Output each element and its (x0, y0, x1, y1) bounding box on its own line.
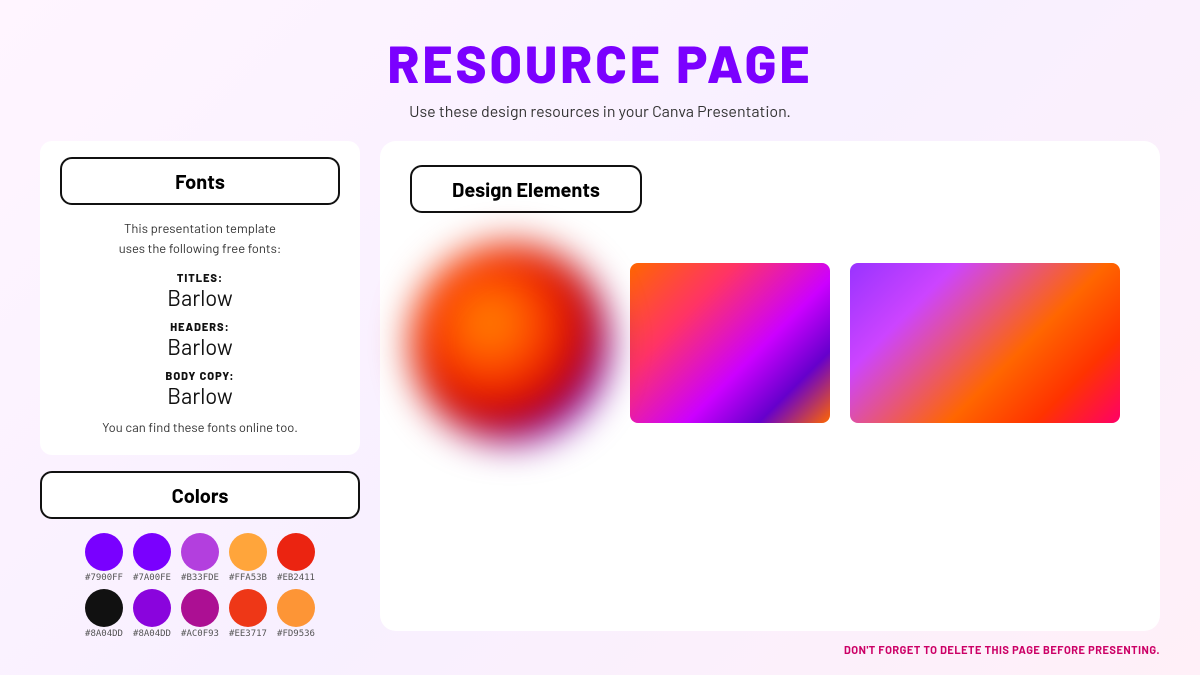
main-content: Fonts This presentation templateuses the… (40, 141, 1160, 631)
color-circle (85, 589, 123, 627)
fonts-description: This presentation templateuses the follo… (60, 219, 340, 258)
color-hex: #FD9536 (277, 629, 315, 639)
gradient-card-1 (630, 263, 830, 423)
right-panel: Design Elements (380, 141, 1160, 631)
color-row-2: #8A04DD #8A04DD #AC0F93 #EE3717 #FD9536 (40, 589, 360, 639)
fonts-heading: Fonts (60, 157, 340, 205)
color-circle (229, 589, 267, 627)
color-hex: #7900FF (85, 573, 123, 583)
page-title: RESOURCE PAGE (0, 0, 1200, 94)
swatch-b33fde: #B33FDE (181, 533, 219, 583)
font-name-titles: Barlow (60, 285, 340, 311)
color-row-1: #7900FF #7A00FE #B33FDE #FFA53B #EB2411 (40, 533, 360, 583)
font-label-body: BODY COPY: (60, 370, 340, 383)
color-hex: #8A04DD (133, 629, 171, 639)
color-circle (277, 589, 315, 627)
color-circle (229, 533, 267, 571)
swatch-ffa53b: #FFA53B (229, 533, 267, 583)
font-label-headers: HEADERS: (60, 321, 340, 334)
swatch-8a04dd: #8A04DD (133, 589, 171, 639)
blur-orb-visual (410, 243, 610, 443)
swatch-ac0f93: #AC0F93 (181, 589, 219, 639)
font-name-headers: Barlow (60, 334, 340, 360)
font-label-titles: TITLES: (60, 272, 340, 285)
swatch-eb2411: #EB2411 (277, 533, 315, 583)
design-visuals (410, 243, 1130, 443)
color-hex: #FFA53B (229, 573, 267, 583)
fonts-note: You can find these fonts online too. (60, 419, 340, 435)
color-circle (181, 533, 219, 571)
color-hex: #B33FDE (181, 573, 219, 583)
font-entry-headers: HEADERS: Barlow (60, 321, 340, 360)
color-circle (181, 589, 219, 627)
color-hex: #EE3717 (229, 629, 267, 639)
swatch-ee3717: #EE3717 (229, 589, 267, 639)
footer-note: DON'T FORGET TO DELETE THIS PAGE BEFORE … (844, 644, 1160, 657)
font-name-body: Barlow (60, 383, 340, 409)
font-entry-body: BODY COPY: Barlow (60, 370, 340, 409)
color-hex: #EB2411 (277, 573, 315, 583)
color-hex: #8A04DD (85, 629, 123, 639)
color-circle (277, 533, 315, 571)
swatch-fd9536: #FD9536 (277, 589, 315, 639)
color-hex: #7A00FE (133, 573, 171, 583)
swatch-7900ff: #7900FF (85, 533, 123, 583)
swatch-8a04dd-black: #8A04DD (85, 589, 123, 639)
page-subtitle: Use these design resources in your Canva… (0, 102, 1200, 121)
font-entry-titles: TITLES: Barlow (60, 272, 340, 311)
left-panel: Fonts This presentation templateuses the… (40, 141, 360, 631)
swatch-7a00fe: #7A00FE (133, 533, 171, 583)
color-hex: #AC0F93 (181, 629, 219, 639)
colors-heading: Colors (40, 471, 360, 519)
fonts-section: Fonts This presentation templateuses the… (40, 141, 360, 455)
color-circle (133, 533, 171, 571)
colors-section: Colors #7900FF #7A00FE #B33FDE #FFA53B (40, 471, 360, 645)
design-elements-heading: Design Elements (410, 165, 642, 213)
color-circle (133, 589, 171, 627)
gradient-card-2 (850, 263, 1120, 423)
color-circle (85, 533, 123, 571)
